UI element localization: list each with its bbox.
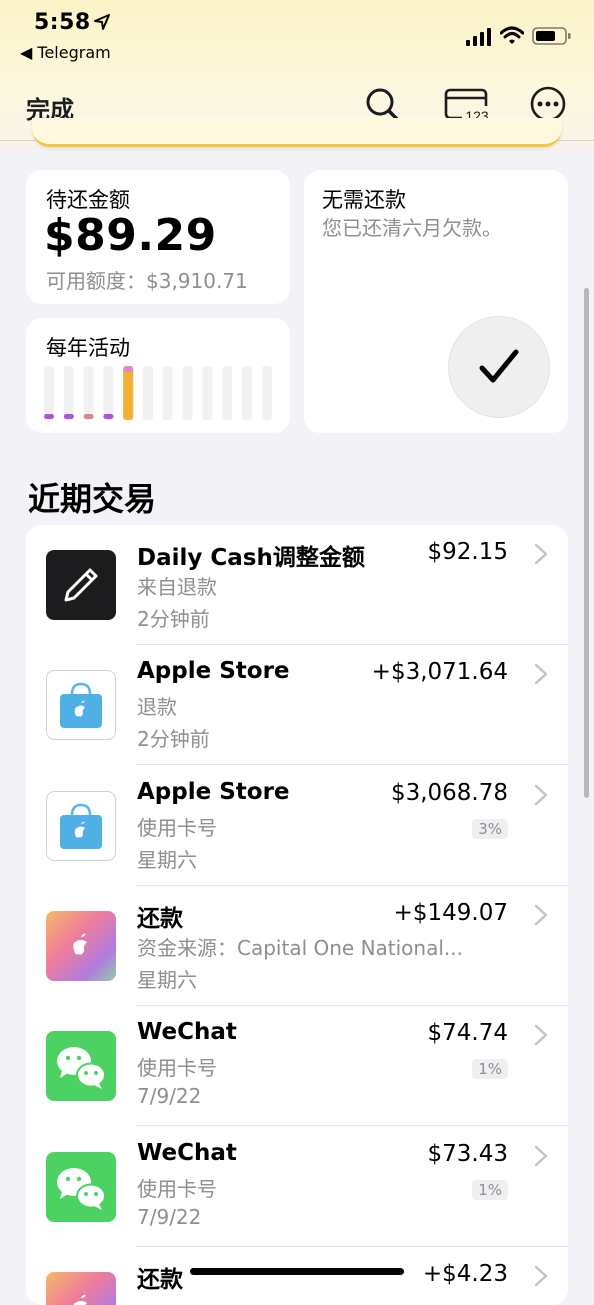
cellular-signal-icon: [466, 28, 491, 46]
activity-month-bar: [182, 366, 193, 420]
transaction-row[interactable]: Apple Store 使用卡号星期六 $3,068.78 3%: [26, 766, 568, 886]
activity-month-bar: [162, 366, 173, 420]
transaction-amount: +$4.23: [422, 1260, 508, 1287]
transaction-name: WeChat: [137, 1019, 237, 1046]
transaction-description: 来自退款: [137, 575, 217, 599]
activity-month-indicator: [63, 414, 74, 419]
chevron-right-icon: [534, 1145, 548, 1166]
daily-cash-badge: 1%: [472, 1179, 508, 1200]
activity-month-bar: [44, 366, 54, 420]
activity-month-indicator: [83, 414, 94, 419]
payment-complete-badge: [448, 316, 550, 418]
balance-amount: $89.29: [44, 210, 217, 261]
activity-bar-chart: [44, 366, 272, 420]
balance-tile[interactable]: 待还金额 $89.29 可用额度：$3,910.71: [26, 170, 290, 304]
transaction-amount: +$3,071.64: [371, 659, 508, 686]
transaction-description: 资金来源：Capital One National...: [137, 935, 463, 960]
activity-month-indicator: [44, 414, 54, 419]
payment-subtitle: 您已还清六月欠款。: [322, 216, 502, 240]
activity-title: 每年活动: [46, 336, 130, 360]
transaction-time: 2分钟前: [137, 607, 210, 631]
activity-month-bar: [63, 366, 74, 420]
wechat-icon: [46, 1151, 116, 1222]
transaction-time: 7/9/22: [137, 1204, 202, 1229]
status-time: 5:58: [34, 10, 91, 35]
chevron-right-icon: [534, 543, 548, 565]
home-indicator[interactable]: [190, 1268, 404, 1275]
wechat-icon: [46, 1031, 116, 1102]
back-to-telegram-link[interactable]: ◀ Telegram: [20, 43, 111, 62]
transaction-amount: +$149.07: [393, 899, 508, 926]
transaction-row[interactable]: 还款 +$4.23: [26, 1247, 568, 1305]
activity-month-bar: [143, 366, 153, 420]
chevron-right-icon: [534, 1265, 548, 1287]
apple-card-image[interactable]: [32, 118, 562, 147]
chevron-right-icon: [534, 904, 548, 926]
apple-store-bag-icon: [46, 670, 116, 741]
activity-month-bar: [261, 366, 272, 420]
transaction-row[interactable]: 还款资金来源：Capital One National... 星期六 +$149.0…: [26, 886, 568, 1006]
activity-month-indicator: [103, 414, 114, 419]
chevron-right-icon: [534, 1024, 548, 1046]
location-arrow-icon: [94, 14, 110, 30]
transaction-amount: $92.15: [427, 539, 508, 565]
transaction-description: 退款: [137, 695, 177, 720]
activity-month-bar: [222, 366, 233, 420]
activity-month-bar: [103, 366, 114, 420]
daily-cash-badge: 1%: [472, 1059, 508, 1080]
transaction-name: 还款: [137, 1266, 183, 1293]
apple-store-bag-icon: [46, 790, 116, 861]
transaction-name: 还款: [137, 905, 183, 932]
activity-month-bar: [202, 366, 213, 420]
transaction-name: Daily Cash调整金额: [137, 545, 365, 571]
transaction-description: 使用卡号: [137, 1176, 217, 1201]
activity-month-bar: [242, 366, 252, 420]
apple-card-payment-icon: [46, 910, 116, 981]
transaction-time: 7/9/22: [137, 1084, 202, 1109]
status-bar: 5:58 ◀ Telegram: [0, 0, 594, 70]
pencil-icon: [46, 550, 116, 620]
transaction-description: 使用卡号: [137, 815, 217, 840]
transaction-description: 使用卡号: [137, 1056, 217, 1081]
activity-tile[interactable]: 每年活动: [26, 318, 290, 433]
chevron-right-icon: [534, 784, 548, 805]
transaction-row[interactable]: Daily Cash调整金额 来自退款 2分钟前 $92.15: [26, 525, 568, 645]
scrollbar[interactable]: [584, 288, 589, 798]
more-options-icon[interactable]: [530, 86, 566, 122]
payment-title: 无需还款: [322, 188, 406, 212]
available-credit: 可用额度：$3,910.71: [46, 269, 248, 293]
daily-cash-badge: 3%: [472, 818, 508, 839]
checkmark-icon: [479, 349, 519, 383]
transaction-amount: $73.43: [427, 1140, 508, 1167]
battery-icon: [532, 27, 571, 45]
apple-card-payment-icon: [46, 1271, 116, 1305]
transaction-name: Apple Store: [137, 658, 290, 685]
transactions-list: Daily Cash调整金额 来自退款 2分钟前 $92.15 Apple Store 退…: [26, 525, 568, 1305]
wifi-icon: [500, 26, 524, 44]
recent-transactions-heading: 近期交易: [28, 480, 157, 518]
activity-month-bar: [83, 366, 94, 420]
transaction-row[interactable]: WeChat 使用卡号 7/9/22 $73.43 1%: [26, 1127, 568, 1247]
transaction-row[interactable]: WeChat 使用卡号 7/9/22 $74.74 1%: [26, 1006, 568, 1127]
transaction-time: 2分钟前: [137, 727, 210, 752]
chevron-right-icon: [534, 664, 548, 685]
transaction-time: 星期六: [137, 967, 197, 992]
activity-month-cap: [123, 366, 134, 372]
transaction-amount: $74.74: [427, 1020, 508, 1047]
activity-month-fill: [123, 366, 134, 420]
transaction-amount: $3,068.78: [390, 779, 508, 806]
payment-tile[interactable]: 无需还款 您已还清六月欠款。: [304, 170, 568, 433]
transaction-name: WeChat: [137, 1139, 237, 1166]
transaction-name: Apple Store: [137, 778, 290, 805]
transaction-time: 星期六: [137, 847, 197, 872]
transaction-row[interactable]: Apple Store 退款 2分钟前 +$3,071.64: [26, 645, 568, 766]
